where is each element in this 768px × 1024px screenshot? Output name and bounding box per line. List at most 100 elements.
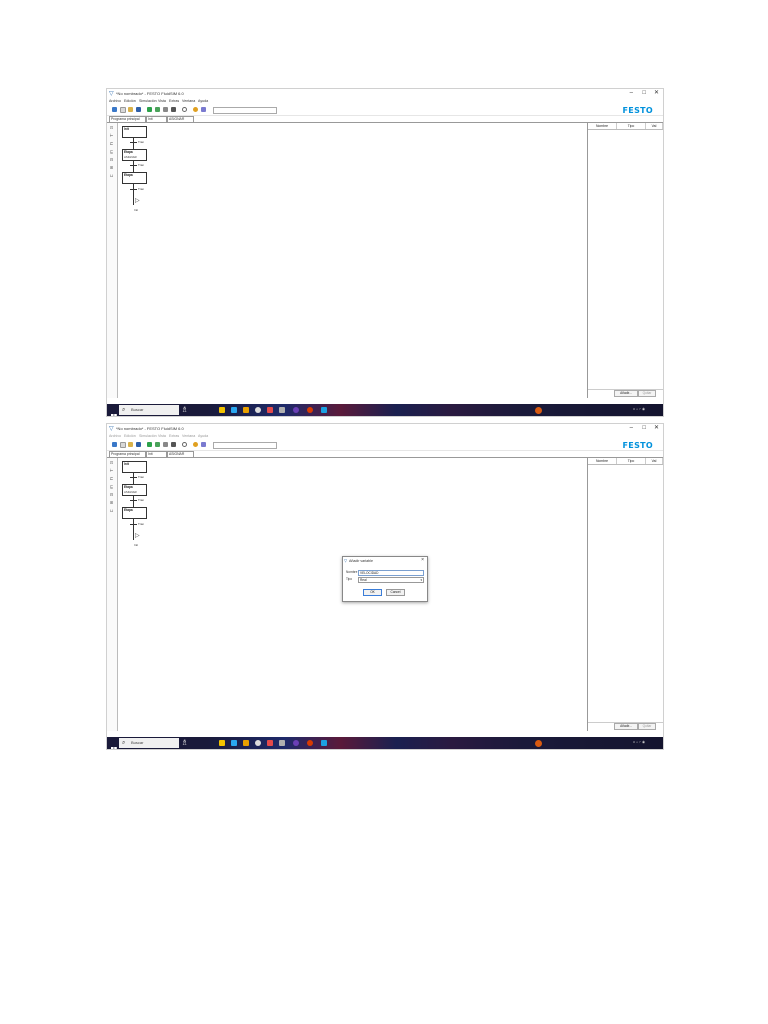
- taskbar-pinned-icon[interactable]: [535, 407, 542, 414]
- menu-simulacion[interactable]: Simulación: [139, 99, 157, 103]
- tab-init[interactable]: Init: [146, 116, 167, 122]
- grafcet-step-asignar[interactable]: Etapa ASIGNAR: [122, 149, 147, 161]
- zoom-icon[interactable]: [182, 107, 187, 112]
- transition-tool-icon[interactable]: ⊢: [109, 133, 114, 138]
- taskbar-app-icon[interactable]: [255, 407, 261, 413]
- save-icon[interactable]: [136, 107, 141, 112]
- variable-type-select[interactable]: Real ▾: [358, 577, 424, 583]
- menu-archivo[interactable]: Archivo: [109, 99, 121, 103]
- variable-name-input[interactable]: VELOCIDAD: [358, 570, 424, 576]
- transition-tool-icon[interactable]: ⊢: [109, 468, 114, 473]
- jump-arrow-icon[interactable]: ▷: [135, 533, 140, 539]
- branch-tool-icon[interactable]: ⊏: [109, 476, 114, 481]
- column-nombre[interactable]: Nombre: [588, 458, 617, 464]
- close-button[interactable]: ✕: [654, 425, 659, 432]
- taskbar-app-icon[interactable]: [267, 740, 273, 746]
- grafcet-transition[interactable]: [130, 477, 137, 478]
- open-folder-icon[interactable]: [128, 107, 133, 112]
- menu-edicion[interactable]: Edición: [124, 99, 136, 103]
- taskbar-app-icon[interactable]: [255, 740, 261, 746]
- remove-variable-button[interactable]: Quitar: [638, 723, 656, 730]
- column-valor[interactable]: Val: [646, 123, 663, 129]
- system-tray[interactable]: ∧ ⌂ ⌐ ◉: [633, 407, 645, 411]
- compile-icon[interactable]: [193, 107, 198, 112]
- system-tray[interactable]: ∧ ⌂ ⌐ ◉: [633, 740, 645, 744]
- minimize-button[interactable]: –: [630, 90, 633, 97]
- step-icon[interactable]: [155, 107, 160, 112]
- minimize-button[interactable]: –: [630, 425, 633, 432]
- maximize-button[interactable]: □: [642, 425, 646, 432]
- taskbar-app-icon[interactable]: [267, 407, 273, 413]
- tab-asignar[interactable]: ASIGNAR: [167, 451, 194, 457]
- target-combo[interactable]: [213, 442, 277, 449]
- menu-vista[interactable]: Vista: [158, 434, 166, 438]
- ok-button[interactable]: OK: [363, 589, 382, 596]
- taskbar-app-icon[interactable]: [279, 407, 285, 413]
- tab-programa-principal[interactable]: Programa principal: [109, 116, 146, 122]
- macro-tool-icon[interactable]: ⊟: [109, 492, 114, 497]
- add-variable-button[interactable]: Añadir...: [614, 723, 638, 730]
- taskbar-app-icon[interactable]: [219, 740, 225, 746]
- maximize-button[interactable]: □: [642, 90, 646, 97]
- menu-ayuda[interactable]: Ayuda: [198, 99, 208, 103]
- jump-tool-icon[interactable]: ⊞: [109, 500, 114, 505]
- grafcet-transition[interactable]: [130, 189, 137, 190]
- compile-icon[interactable]: [193, 442, 198, 447]
- taskbar-app-icon[interactable]: [243, 740, 249, 746]
- cancel-button[interactable]: Cancel: [386, 589, 405, 596]
- taskbar-app-icon[interactable]: [279, 740, 285, 746]
- menu-ventana[interactable]: Ventana: [182, 434, 195, 438]
- link-tool-icon[interactable]: ⊑: [109, 149, 114, 154]
- close-button[interactable]: ✕: [654, 90, 659, 97]
- grafcet-transition[interactable]: [130, 142, 137, 143]
- menu-ventana[interactable]: Ventana: [182, 99, 195, 103]
- menu-extras[interactable]: Extras: [169, 99, 179, 103]
- taskbar-app-icon[interactable]: [321, 407, 327, 413]
- connect-icon[interactable]: [201, 107, 206, 112]
- stop-icon[interactable]: [171, 442, 176, 447]
- menu-ayuda[interactable]: Ayuda: [198, 434, 208, 438]
- zoom-icon[interactable]: [182, 442, 187, 447]
- grafcet-step-asignar[interactable]: Etapa ASIGNAR: [122, 484, 147, 496]
- action-tool-icon[interactable]: ⊔: [109, 508, 114, 513]
- grafcet-step-init[interactable]: Init: [122, 461, 147, 473]
- taskbar-search-input[interactable]: ⌕ Buscar: [119, 738, 179, 748]
- step-icon[interactable]: [155, 442, 160, 447]
- stop-icon[interactable]: [171, 107, 176, 112]
- taskbar-app-icon[interactable]: [293, 740, 299, 746]
- play-icon[interactable]: [147, 442, 152, 447]
- grafcet-transition[interactable]: [130, 524, 137, 525]
- dialog-close-icon[interactable]: ×: [421, 558, 424, 563]
- taskbar-pinned-icon[interactable]: [535, 740, 542, 747]
- column-tipo[interactable]: Tipo: [617, 123, 646, 129]
- taskbar-app-icon[interactable]: [307, 407, 313, 413]
- step-tool-icon[interactable]: ⊡: [109, 125, 114, 130]
- connect-icon[interactable]: [201, 442, 206, 447]
- target-combo[interactable]: [213, 107, 277, 114]
- taskbar-app-icon[interactable]: [243, 407, 249, 413]
- menu-edicion[interactable]: Edición: [124, 434, 136, 438]
- open-folder-icon[interactable]: [128, 442, 133, 447]
- macro-tool-icon[interactable]: ⊟: [109, 157, 114, 162]
- add-variable-button[interactable]: Añadir...: [614, 390, 638, 397]
- grafcet-step-init[interactable]: Init: [122, 126, 147, 138]
- windows-start-icon[interactable]: [111, 407, 117, 416]
- taskbar-search-input[interactable]: ⌕ Buscar: [119, 405, 179, 415]
- taskbar-app-icon[interactable]: [231, 407, 237, 413]
- grafcet-step-3[interactable]: Etapa: [122, 172, 147, 184]
- menu-vista[interactable]: Vista: [158, 99, 166, 103]
- new-file-icon[interactable]: [112, 107, 117, 112]
- taskbar-app-icon[interactable]: [219, 407, 225, 413]
- save-icon[interactable]: [136, 442, 141, 447]
- windows-start-icon[interactable]: [111, 740, 117, 749]
- tab-programa-principal[interactable]: Programa principal: [109, 451, 146, 457]
- jump-arrow-icon[interactable]: ▷: [135, 198, 140, 204]
- action-tool-icon[interactable]: ⊔: [109, 173, 114, 178]
- taskbar-app-icon[interactable]: [231, 740, 237, 746]
- branch-tool-icon[interactable]: ⊏: [109, 141, 114, 146]
- tab-asignar[interactable]: ASIGNAR: [167, 116, 194, 122]
- menu-simulacion[interactable]: Simulación: [139, 434, 157, 438]
- column-valor[interactable]: Val: [646, 458, 663, 464]
- menu-extras[interactable]: Extras: [169, 434, 179, 438]
- column-tipo[interactable]: Tipo: [617, 458, 646, 464]
